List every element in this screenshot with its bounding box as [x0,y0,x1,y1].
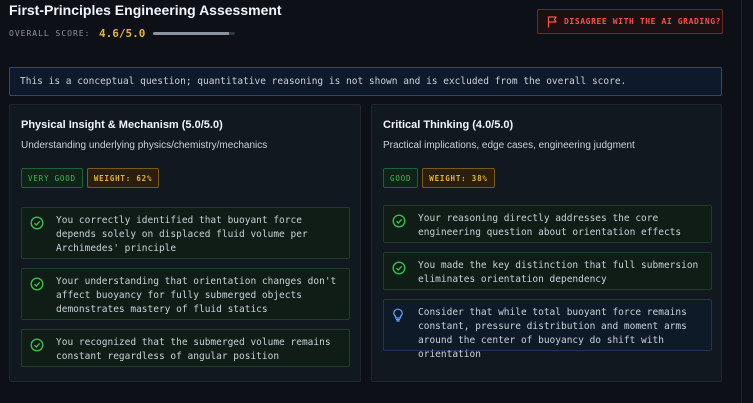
notice-text: This is a conceptual question; quantitat… [20,76,627,87]
card-subtitle: Practical implications, edge cases, engi… [383,140,635,151]
check-circle-icon [392,261,406,275]
check-circle-icon [30,216,44,230]
page-title: First-Principles Engineering Assessment [9,2,282,18]
card-subtitle: Understanding underlying physics/chemist… [21,140,268,151]
check-circle-icon [30,277,44,291]
tip-text: Consider that while total buoyant force … [418,307,687,360]
feedback-text: Your reasoning directly addresses the co… [418,213,682,238]
overall-score-value: 4.6/5.0 [99,27,146,40]
critical-thinking-card: Critical Thinking (4.0/5.0) Practical im… [371,104,722,382]
feedback-item: You recognized that the submerged volume… [21,329,350,367]
feedback-item: You made the key distinction that full s… [383,252,712,290]
card-title: Physical Insight & Mechanism (5.0/5.0) [21,119,223,131]
overall-score-bar-fill [153,32,229,35]
flag-icon [547,15,557,27]
overall-score-bar [153,32,236,35]
physical-insight-card: Physical Insight & Mechanism (5.0/5.0) U… [9,104,361,382]
card-title: Critical Thinking (4.0/5.0) [383,119,514,131]
rating-badge: VERY GOOD [21,168,83,188]
disagree-button-label: DISAGREE WITH THE AI GRADING? [564,17,722,26]
scrollbar[interactable] [741,0,753,403]
overall-score-label: OVERALL SCORE: [9,29,91,38]
rating-badge: GOOD [383,168,419,188]
lightbulb-icon [393,308,403,322]
weight-badge: WEIGHT: 62% [86,168,160,188]
check-circle-icon [392,214,406,228]
weight-badge: WEIGHT: 38% [422,168,495,188]
overall-score: OVERALL SCORE: 4.6/5.0 [9,27,236,40]
tip-item: Consider that while total buoyant force … [383,299,712,360]
feedback-item: Your understanding that orientation chan… [21,268,350,320]
feedback-item: Your reasoning directly addresses the co… [383,205,712,243]
feedback-text: You recognized that the submerged volume… [56,337,331,362]
feedback-text: Your understanding that orientation chan… [56,276,337,315]
feedback-text: You made the key distinction that full s… [418,260,699,285]
feedback-item: You correctly identified that buoyant fo… [21,207,350,259]
conceptual-notice: This is a conceptual question; quantitat… [9,67,722,96]
check-circle-icon [30,338,44,352]
disagree-button[interactable]: DISAGREE WITH THE AI GRADING? [537,9,723,34]
feedback-text: You correctly identified that buoyant fo… [56,215,308,254]
